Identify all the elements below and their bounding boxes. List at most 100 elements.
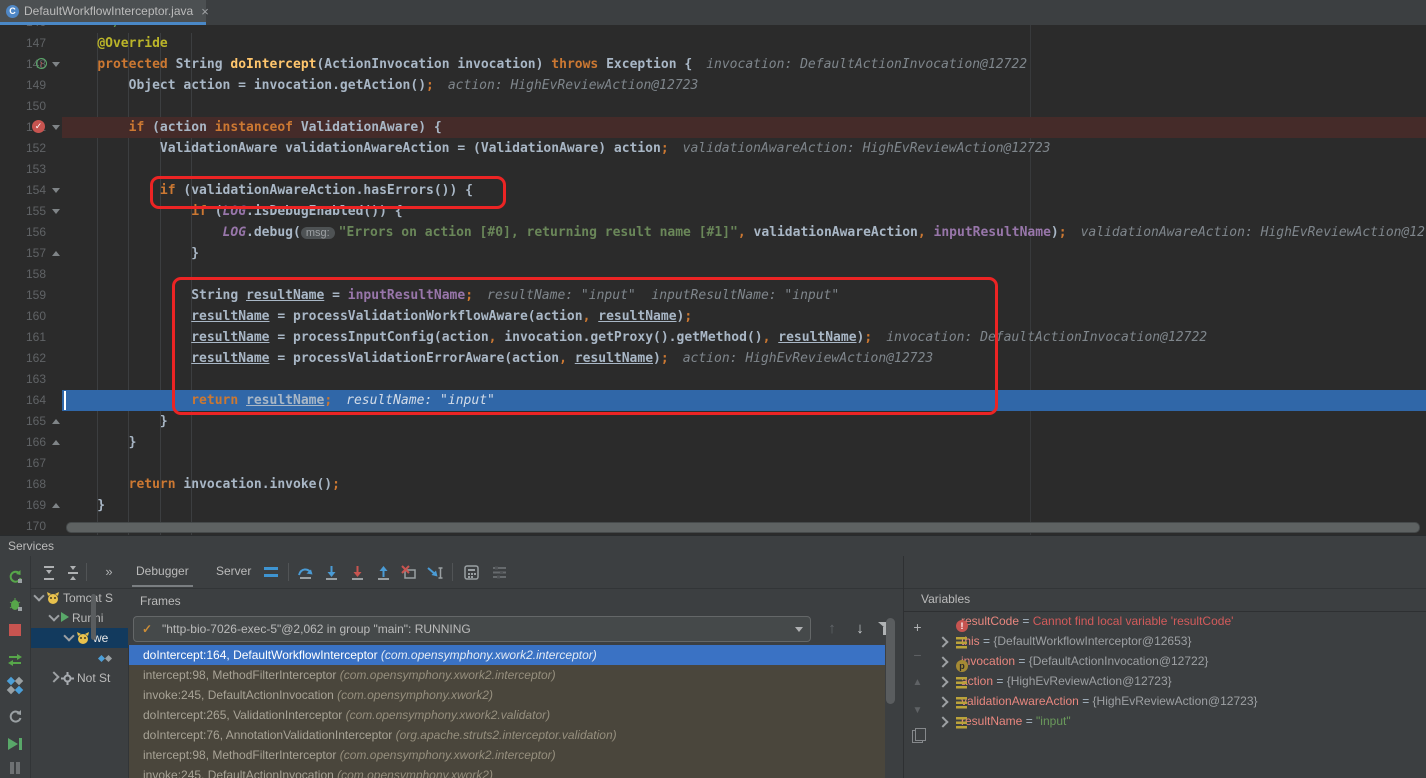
move-down-button[interactable]: ▼ [904,701,931,721]
line-number[interactable]: 153 [26,159,46,180]
line-number[interactable]: 152 [26,138,46,159]
code-line-146[interactable]: 146 */ [0,25,1426,33]
line-number[interactable]: 170 [26,516,46,535]
code-text[interactable]: ValidationAware validationAwareAction = … [62,138,1426,159]
gutter[interactable]: 162 [0,348,62,369]
variable-row-action[interactable]: action = {HighEvReviewAction@12723} [931,671,1426,691]
chevron-down-icon[interactable] [48,610,59,621]
chevron-right-icon[interactable] [937,696,948,707]
stop-button[interactable] [0,620,30,642]
code-line-158[interactable]: 158 [0,264,1426,285]
variable-row-validationAwareAction[interactable]: validationAwareAction = {HighEvReviewAct… [931,691,1426,711]
frame-row[interactable]: doIntercept:76, AnnotationValidationInte… [129,725,885,745]
gutter[interactable]: 159 [0,285,62,306]
fold-marker[interactable] [52,419,60,424]
variable-row-this[interactable]: this = {DefaultWorkflowInterceptor@12653… [931,631,1426,651]
code-line-151[interactable]: 151✓ if (action instanceof ValidationAwa… [0,117,1426,138]
debug-button[interactable] [0,592,30,614]
step-into-button[interactable] [320,562,342,582]
gutter[interactable]: 160 [0,306,62,327]
fold-marker[interactable] [52,209,60,214]
gutter[interactable]: 163 [0,369,62,390]
code-line-157[interactable]: 157 } [0,243,1426,264]
pause-button[interactable] [0,758,30,778]
fold-marker[interactable] [52,62,60,67]
line-number[interactable]: 155 [26,201,46,222]
line-number[interactable]: 167 [26,453,46,474]
line-number[interactable]: 156 [26,222,46,243]
gutter[interactable]: 148↑ [0,54,62,75]
breakpoint-icon[interactable]: ✓ [32,120,45,133]
services-panel-header[interactable]: Services [0,535,1426,556]
code-text[interactable]: } [62,432,1426,453]
service-tree-row-tomcat-s[interactable]: Tomcat S [31,588,128,608]
code-line-153[interactable]: 153 [0,159,1426,180]
gutter[interactable]: 164 [0,390,62,411]
next-frame-button[interactable]: ↓ [848,616,872,642]
service-tree-row-not-st[interactable]: Not St [31,668,128,688]
code-line-152[interactable]: 152 ValidationAware validationAwareActio… [0,138,1426,159]
code-text[interactable] [62,453,1426,474]
code-line-159[interactable]: 159 String resultName = inputResultName;… [0,285,1426,306]
code-text[interactable]: } [62,495,1426,516]
code-line-168[interactable]: 168 return invocation.invoke(); [0,474,1426,495]
frames-scrollbar[interactable] [886,618,895,704]
chevron-right-icon[interactable] [937,656,948,667]
more-actions-icon[interactable]: » [98,562,120,582]
code-line-147[interactable]: 147 @Override [0,33,1426,54]
code-line-154[interactable]: 154 if (validationAwareAction.hasErrors(… [0,180,1426,201]
line-number[interactable]: 161 [26,327,46,348]
code-line-166[interactable]: 166 } [0,432,1426,453]
add-watch-button[interactable]: + [904,617,931,637]
line-number[interactable]: 165 [26,411,46,432]
fold-marker[interactable] [52,125,60,130]
evaluate-expression-button[interactable] [460,562,482,582]
variable-row-invocation[interactable]: pinvocation = {DefaultActionInvocation@1… [931,651,1426,671]
gutter[interactable]: 169 [0,495,62,516]
line-number[interactable]: 150 [26,96,46,117]
gutter[interactable]: 170 [0,516,62,535]
move-up-button[interactable]: ▲ [904,673,931,693]
service-tree-row-we[interactable]: we [31,628,128,648]
gutter[interactable]: 166 [0,432,62,453]
code-text[interactable]: LOG.debug(msg:"Errors on action [#0], re… [62,222,1426,243]
line-number[interactable]: 160 [26,306,46,327]
chevron-right-icon[interactable] [937,716,948,727]
layout-settings-icon[interactable] [488,562,510,582]
code-text[interactable]: } [62,411,1426,432]
override-method-icon[interactable]: ↑ [36,58,47,69]
line-number[interactable]: 154 [26,180,46,201]
line-number[interactable]: 149 [26,75,46,96]
fold-marker[interactable] [52,503,60,508]
code-line-156[interactable]: 156 LOG.debug(msg:"Errors on action [#0]… [0,222,1426,243]
code-text[interactable]: if (action instanceof ValidationAware) { [62,117,1426,138]
code-line-165[interactable]: 165 } [0,411,1426,432]
layout-menu-icon[interactable] [260,562,282,582]
code-text[interactable] [62,159,1426,180]
code-text[interactable]: resultName = processValidationErrorAware… [62,348,1426,369]
editor-horizontal-scrollbar[interactable] [66,522,1420,533]
variable-row-resultName[interactable]: resultName = "input" [931,711,1426,731]
code-line-160[interactable]: 160 resultName = processValidationWorkfl… [0,306,1426,327]
run-to-cursor-button[interactable] [424,562,446,582]
code-line-148[interactable]: 148↑ protected String doIntercept(Action… [0,54,1426,75]
code-line-150[interactable]: 150 [0,96,1426,117]
chevron-right-icon[interactable] [937,636,948,647]
chevron-down-icon[interactable] [63,630,74,641]
step-out-button[interactable] [372,562,394,582]
fold-marker[interactable] [52,188,60,193]
drop-frame-button[interactable] [398,562,420,582]
code-text[interactable]: } [62,243,1426,264]
redeploy-button[interactable] [0,648,30,670]
step-over-button[interactable] [294,562,316,582]
line-number[interactable]: 157 [26,243,46,264]
code-text[interactable]: if (LOG.isDebugEnabled()) { [62,201,1426,222]
line-number[interactable]: 163 [26,369,46,390]
collapse-all-icon[interactable] [62,562,84,582]
gutter[interactable]: 165 [0,411,62,432]
gutter[interactable]: 168 [0,474,62,495]
gutter[interactable]: 147 [0,33,62,54]
resume-button[interactable] [0,734,30,756]
gutter[interactable]: 156 [0,222,62,243]
code-text[interactable] [62,96,1426,117]
